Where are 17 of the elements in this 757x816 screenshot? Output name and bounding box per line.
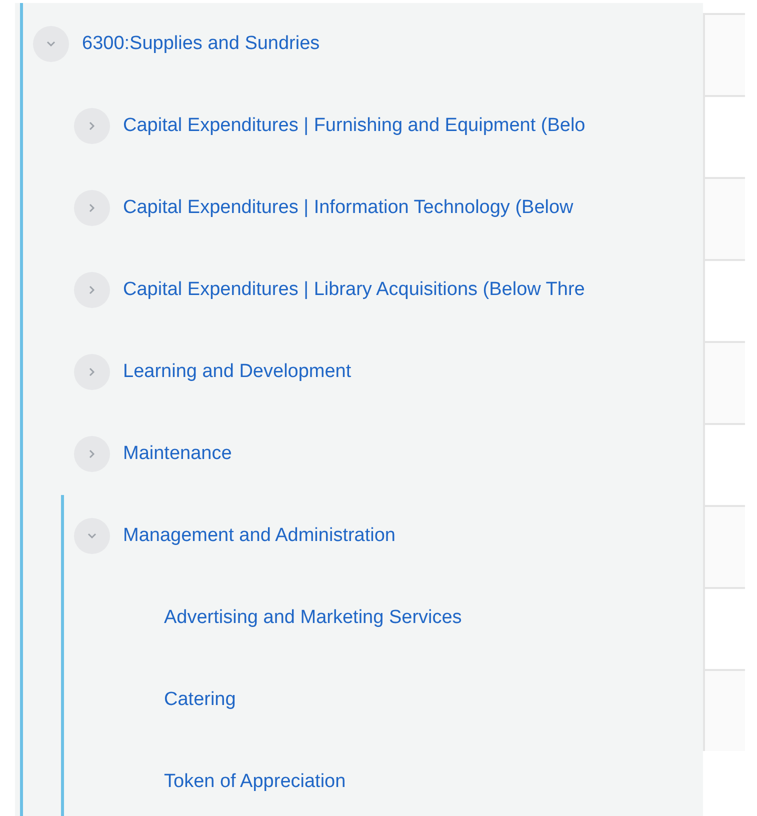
expand-toggle[interactable]	[74, 354, 110, 390]
expand-toggle[interactable]	[74, 518, 110, 554]
tree-item-link[interactable]: Capital Expenditures | Information Technology (Below	[123, 197, 574, 219]
tree-item-link[interactable]: Management and Administration	[123, 525, 396, 547]
tree-item-link[interactable]: Catering	[164, 689, 236, 711]
tree-item-link[interactable]: Maintenance	[123, 443, 232, 465]
expand-toggle[interactable]	[74, 108, 110, 144]
tree-item-link[interactable]: Learning and Development	[123, 361, 352, 383]
expand-toggle[interactable]	[74, 190, 110, 226]
tree-item-link[interactable]: Advertising and Marketing Services	[164, 607, 462, 629]
tree-item-link[interactable]: Capital Expenditures | Library Acquisitions (Below Thre	[123, 279, 585, 301]
tree-item-link[interactable]: Token of Appreciation	[164, 771, 346, 793]
tree-item-link[interactable]: Capital Expenditures | Furnishing and Equipment (Belo	[123, 115, 586, 137]
tree-item-link[interactable]: 6300:Supplies and Sundries	[82, 33, 320, 55]
expand-toggle[interactable]	[74, 272, 110, 308]
expand-toggle[interactable]	[74, 436, 110, 472]
expand-toggle[interactable]	[33, 26, 69, 62]
